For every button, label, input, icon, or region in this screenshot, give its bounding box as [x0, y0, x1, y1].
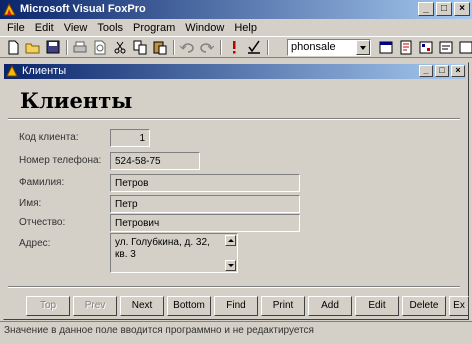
divider: [8, 286, 460, 288]
save-icon[interactable]: [44, 39, 62, 56]
menubar: File Edit View Tools Program Window Help: [0, 19, 472, 36]
maximize-button[interactable]: □: [436, 2, 452, 16]
app-title: Microsoft Visual FoxPro: [20, 3, 146, 15]
exit-button[interactable]: Ex: [449, 296, 469, 316]
database-combo[interactable]: phonsale: [287, 39, 371, 56]
menu-window[interactable]: Window: [180, 22, 229, 34]
run-icon[interactable]: [225, 39, 243, 56]
menu-file[interactable]: File: [2, 22, 30, 34]
edit-button[interactable]: Edit: [355, 296, 399, 316]
address-label: Адрес:: [19, 238, 51, 249]
standard-toolbar: phonsale: [0, 36, 472, 58]
paste-icon[interactable]: [151, 39, 169, 56]
clients-window-titlebar[interactable]: Клиенты _ □ ×: [4, 64, 466, 79]
child-maximize-button[interactable]: □: [435, 65, 449, 77]
chevron-down-icon[interactable]: [356, 40, 370, 55]
status-bar: Значение в данное поле вводится программ…: [0, 321, 472, 344]
prev-button[interactable]: Prev: [73, 296, 117, 316]
minimize-button[interactable]: _: [418, 2, 434, 16]
copy-icon[interactable]: [131, 39, 149, 56]
surname-field[interactable]: Петров: [110, 174, 300, 192]
patronymic-field[interactable]: Петрович: [110, 214, 300, 232]
command-icon[interactable]: [437, 39, 455, 56]
print-button[interactable]: Print: [261, 296, 305, 316]
open-icon[interactable]: [24, 39, 42, 56]
address-field[interactable]: ул. Голубкина, д. 32, кв. 3: [110, 233, 238, 273]
database-combo-value: phonsale: [291, 41, 336, 53]
menu-help[interactable]: Help: [229, 22, 262, 34]
child-close-button[interactable]: ×: [451, 65, 465, 77]
find-button[interactable]: Find: [214, 296, 258, 316]
delete-button[interactable]: Delete: [402, 296, 446, 316]
menu-view[interactable]: View: [59, 22, 93, 34]
print-preview-icon[interactable]: [91, 39, 109, 56]
address-scrollbar[interactable]: [225, 235, 236, 271]
modify-icon[interactable]: [245, 39, 263, 56]
top-button[interactable]: Top: [26, 296, 70, 316]
divider: [8, 118, 460, 120]
print-icon[interactable]: [71, 39, 89, 56]
name-field[interactable]: Петр: [110, 195, 300, 213]
next-button[interactable]: Next: [120, 296, 164, 316]
patronymic-label: Отчество:: [19, 217, 66, 228]
properties-icon[interactable]: [417, 39, 435, 56]
form-icon[interactable]: [377, 39, 395, 56]
close-button[interactable]: ×: [454, 2, 470, 16]
form-heading: Клиенты: [20, 88, 133, 113]
redo-icon[interactable]: [198, 39, 216, 56]
report-icon[interactable]: [397, 39, 415, 56]
menu-program[interactable]: Program: [128, 22, 180, 34]
add-button[interactable]: Add: [308, 296, 352, 316]
app-titlebar[interactable]: Microsoft Visual FoxPro _ □ ×: [0, 0, 472, 19]
cut-icon[interactable]: [111, 39, 129, 56]
menu-tools[interactable]: Tools: [92, 22, 128, 34]
toolbar-more-icon[interactable]: [457, 39, 472, 56]
child-minimize-button[interactable]: _: [419, 65, 433, 77]
undo-icon[interactable]: [178, 39, 196, 56]
new-icon[interactable]: [4, 39, 22, 56]
clients-window-title: Клиенты: [22, 65, 67, 77]
client-code-label: Код клиента:: [19, 132, 79, 143]
menu-edit[interactable]: Edit: [30, 22, 59, 34]
phone-label: Номер телефона:: [19, 155, 102, 166]
scroll-up-icon[interactable]: [225, 235, 236, 246]
address-text: ул. Голубкина, д. 32, кв. 3: [115, 237, 210, 260]
surname-label: Фамилия:: [19, 177, 65, 188]
client-code-field: 1: [110, 129, 150, 147]
bottom-button[interactable]: Bottom: [167, 296, 211, 316]
name-label: Имя:: [19, 198, 42, 209]
foxpro-icon: [3, 3, 16, 16]
scroll-down-icon[interactable]: [225, 260, 236, 271]
phone-field[interactable]: 524-58-75: [110, 152, 200, 170]
foxpro-icon: [6, 65, 18, 77]
status-text: Значение в данное поле вводится программ…: [4, 325, 314, 336]
